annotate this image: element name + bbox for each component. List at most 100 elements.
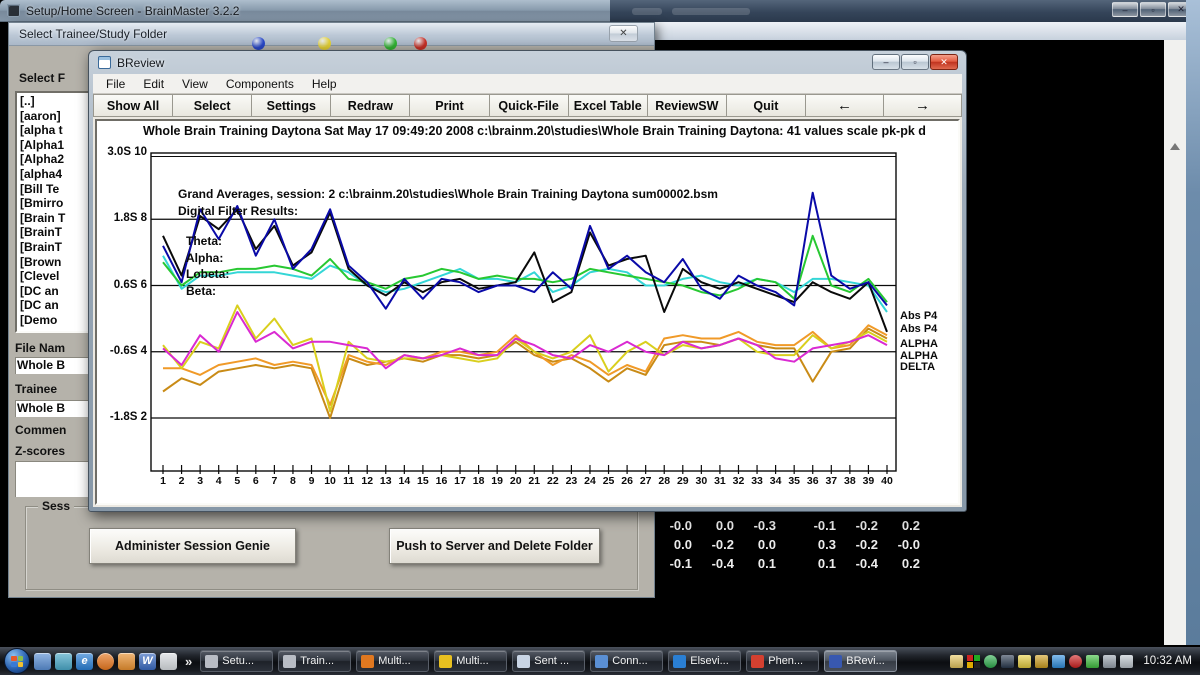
show-desktop-icon[interactable] [34, 653, 51, 670]
numbers-row: 0.0-0.20.00.3-0.2-0.0 [650, 535, 920, 554]
x-axis-tick-label: 27 [636, 475, 656, 487]
minimize-button[interactable]: – [1112, 2, 1138, 17]
number-cell: 0.1 [794, 554, 836, 573]
mail-tray-icon[interactable] [950, 655, 963, 668]
maximize-button[interactable]: ▫ [901, 54, 929, 70]
notepad-icon[interactable] [160, 653, 177, 670]
toolbar-button[interactable]: Redraw [331, 94, 410, 117]
number-cell: -0.2 [836, 516, 878, 535]
taskbar-button[interactable]: Multi... [434, 650, 507, 672]
green-indicator [384, 37, 397, 50]
setup-window-titlebar[interactable]: Setup/Home Screen - BrainMaster 3.2.2 [0, 0, 610, 22]
taskbar-clock[interactable]: 10:32 AM [1143, 655, 1192, 667]
taskbar-button[interactable]: Setu... [200, 650, 273, 672]
x-axis-tick-label: 38 [840, 475, 860, 487]
y-axis-tick-label: 0.6S 6 [97, 279, 147, 291]
x-axis-tick-label: 2 [172, 475, 192, 487]
volume-icon[interactable] [1120, 655, 1133, 668]
update-shield-icon[interactable] [1035, 655, 1048, 668]
mail-icon [751, 655, 764, 668]
taskbar-button[interactable]: Elsevi... [668, 650, 741, 672]
y-axis-tick-label: 3.0S 10 [97, 146, 147, 158]
x-axis-tick-label: 37 [821, 475, 841, 487]
breview-client-area: FileEditViewComponentsHelp Show AllSelec… [93, 74, 962, 507]
taskbar-button-label: Train... [300, 655, 334, 667]
status-green-icon[interactable] [984, 655, 997, 668]
zscores-label: Z-scores [15, 444, 65, 458]
x-axis-tick-label: 15 [413, 475, 433, 487]
toolbar-button[interactable]: Quick-File [490, 94, 569, 117]
numbers-gap [776, 554, 794, 573]
close-icon[interactable]: ✕ [609, 25, 638, 42]
task-buttons: Setu...Train...Multi...Multi...Sent ...C… [200, 650, 902, 672]
chart-annotation: Alpha: [186, 251, 223, 265]
taskbar-button-label: BRevi... [846, 655, 885, 667]
x-axis-tick-label: 21 [524, 475, 544, 487]
window-switcher-icon[interactable] [55, 653, 72, 670]
network-activity-icon[interactable] [1001, 655, 1014, 668]
taskbar-button[interactable]: Sent ... [512, 650, 585, 672]
breview-titlebar[interactable]: BReview [89, 51, 966, 74]
taskbar-button[interactable]: BRevi... [824, 650, 897, 672]
x-axis-tick-label: 32 [728, 475, 748, 487]
toolbar-button[interactable]: → [884, 94, 962, 117]
dialog-titlebar[interactable]: Select Trainee/Study Folder ✕ [9, 23, 654, 46]
toolbar-button[interactable]: ReviewSW [648, 94, 727, 117]
menu-edit[interactable]: Edit [134, 77, 173, 91]
display-disconnect-icon[interactable] [1103, 655, 1116, 668]
x-axis-tick-label: 31 [710, 475, 730, 487]
numbers-gap [776, 535, 794, 554]
x-axis-tick-label: 34 [766, 475, 786, 487]
breview-window: BReview – ▫ ✕ FileEditViewComponentsHelp… [88, 50, 967, 512]
toolbar-overflow-chevron[interactable]: » [185, 654, 192, 669]
close-button[interactable]: ✕ [930, 54, 958, 70]
toolbar-button[interactable]: Quit [727, 94, 806, 117]
menu-file[interactable]: File [97, 77, 134, 91]
toolbar-button[interactable]: Show All [93, 94, 173, 117]
menu-help[interactable]: Help [303, 77, 346, 91]
trainee-label: Trainee [15, 382, 57, 396]
internet-explorer-icon[interactable]: e [76, 653, 93, 670]
quicktime-icon[interactable] [1052, 655, 1065, 668]
taskbar-button[interactable]: Train... [278, 650, 351, 672]
word-icon[interactable]: W [139, 653, 156, 670]
numbers-row: -0.1-0.40.10.1-0.40.2 [650, 554, 920, 573]
blurred-title-text [632, 8, 662, 15]
push-to-server-button[interactable]: Push to Server and Delete Folder [389, 528, 600, 564]
toolbar-button[interactable]: Settings [252, 94, 331, 117]
scrollbar-up-icon[interactable] [1170, 143, 1180, 150]
x-axis-tick-label: 40 [877, 475, 897, 487]
toolbar-button[interactable]: Print [410, 94, 489, 117]
taskbar-button-label: Elsevi... [690, 655, 729, 667]
x-axis-tick-label: 25 [599, 475, 619, 487]
firefox-icon[interactable] [97, 653, 114, 670]
menu-view[interactable]: View [173, 77, 217, 91]
chart-canvas [97, 121, 958, 505]
toolbar-button[interactable]: Select [173, 94, 252, 117]
x-axis-tick-label: 5 [227, 475, 247, 487]
series-label: ALPHA [900, 338, 960, 350]
multimedia-icon [439, 655, 452, 668]
y-axis-tick-label: -0.6S 4 [97, 345, 147, 357]
color-grid-icon[interactable] [967, 655, 980, 668]
minimize-button[interactable]: – [872, 54, 900, 70]
toolbar-button[interactable]: ← [806, 94, 884, 117]
window-tray-icon[interactable] [1018, 655, 1031, 668]
x-axis-tick-label: 36 [803, 475, 823, 487]
red-indicator [414, 37, 427, 50]
administer-session-genie-button[interactable]: Administer Session Genie [89, 528, 296, 564]
battery-icon[interactable] [1086, 655, 1099, 668]
blurred-title-text [672, 8, 750, 15]
taskbar-button[interactable]: Conn... [590, 650, 663, 672]
taskbar-button[interactable]: Phen... [746, 650, 819, 672]
start-button[interactable] [4, 648, 30, 674]
background-window-band [645, 22, 1188, 40]
maximize-button[interactable]: ▫ [1140, 2, 1166, 17]
menu-components[interactable]: Components [217, 77, 303, 91]
calendar-icon[interactable] [118, 653, 135, 670]
sync-red-icon[interactable] [1069, 655, 1082, 668]
toolbar-button[interactable]: Excel Table [569, 94, 648, 117]
taskbar-button[interactable]: Multi... [356, 650, 429, 672]
x-axis-tick-label: 23 [561, 475, 581, 487]
comments-label: Commen [15, 423, 66, 437]
